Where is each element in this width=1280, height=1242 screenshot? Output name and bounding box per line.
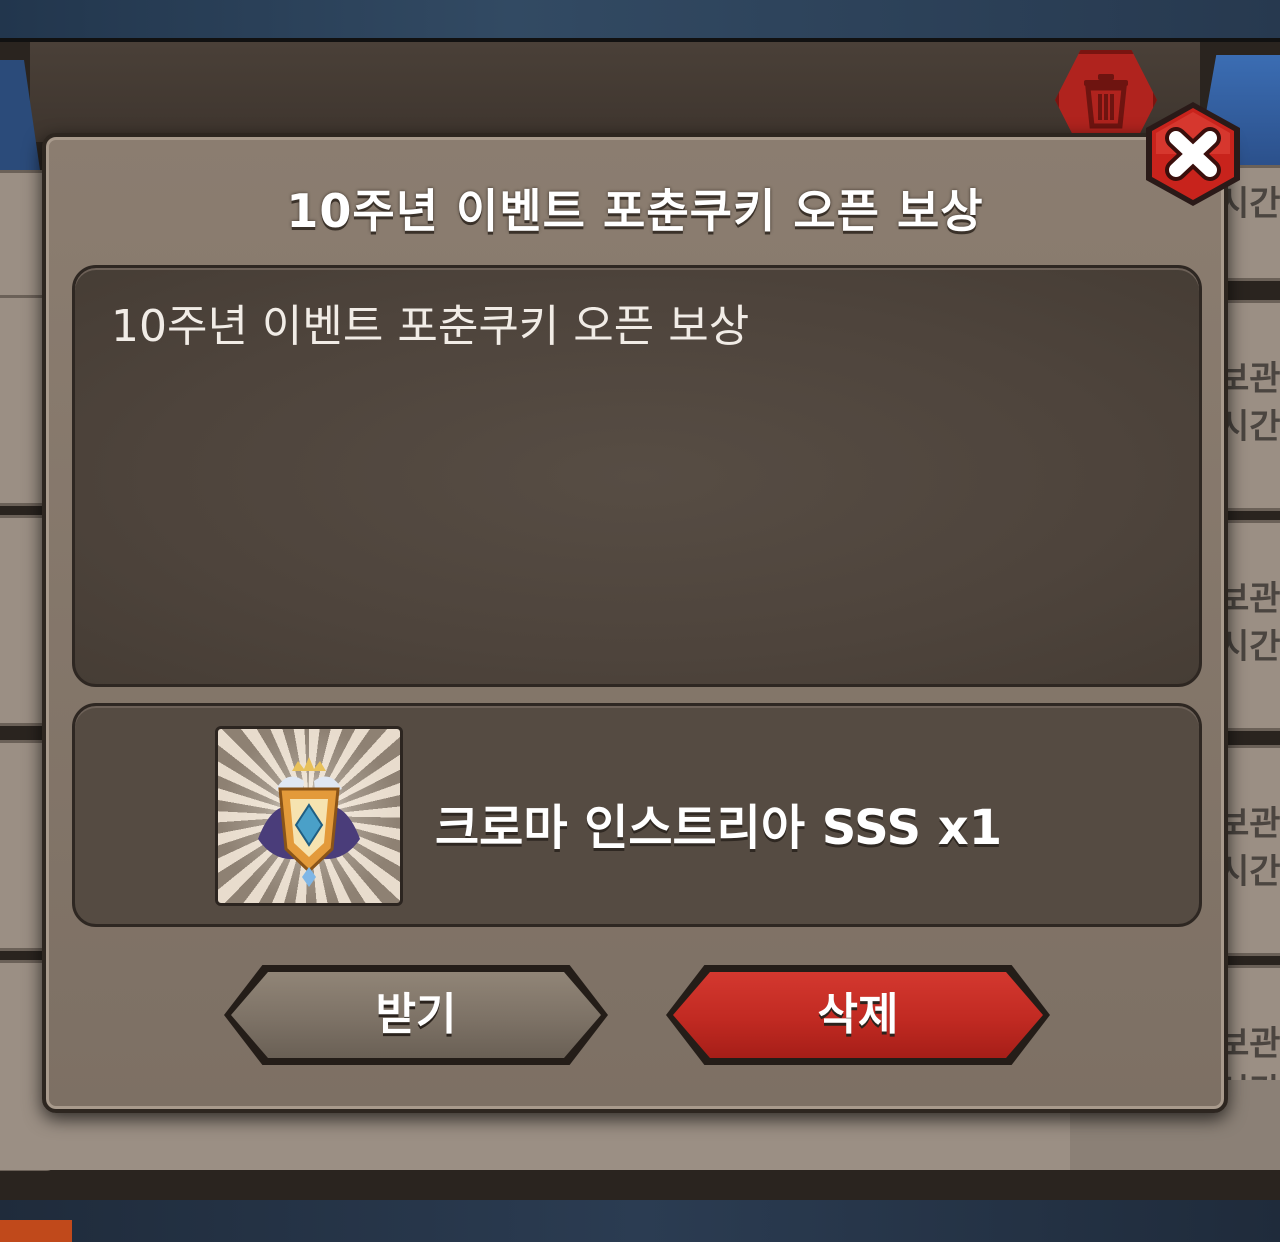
reward-mail-dialog: 10주년 이벤트 포춘쿠키 오픈 보상 10주년 이벤트 포춘쿠키 오픈 보상 xyxy=(42,133,1228,1113)
background-accent xyxy=(0,1220,72,1242)
reward-item-label: 크로마 인스트리아 SSS x1 xyxy=(435,800,1003,856)
message-panel: 10주년 이벤트 포춘쿠키 오픈 보상 xyxy=(72,265,1202,687)
delete-button[interactable]: 삭제 xyxy=(666,965,1050,1065)
close-button[interactable] xyxy=(1138,98,1248,210)
receive-button-label: 받기 xyxy=(375,989,457,1040)
reward-panel: 크로마 인스트리아 SSS x1 xyxy=(72,703,1202,927)
trash-icon xyxy=(1078,70,1134,130)
dialog-title: 10주년 이벤트 포춘쿠키 오픈 보상 xyxy=(286,184,984,238)
delete-button-label: 삭제 xyxy=(817,989,899,1040)
mailbox-header xyxy=(30,42,1200,142)
background-scene-bottom xyxy=(0,1200,1280,1242)
close-icon xyxy=(1146,102,1240,206)
chroma-emblem-icon xyxy=(258,757,360,887)
message-text: 10주년 이벤트 포춘쿠키 오픈 보상 xyxy=(111,301,750,352)
receive-button[interactable]: 받기 xyxy=(224,965,608,1065)
reward-item-thumbnail[interactable] xyxy=(215,726,403,906)
